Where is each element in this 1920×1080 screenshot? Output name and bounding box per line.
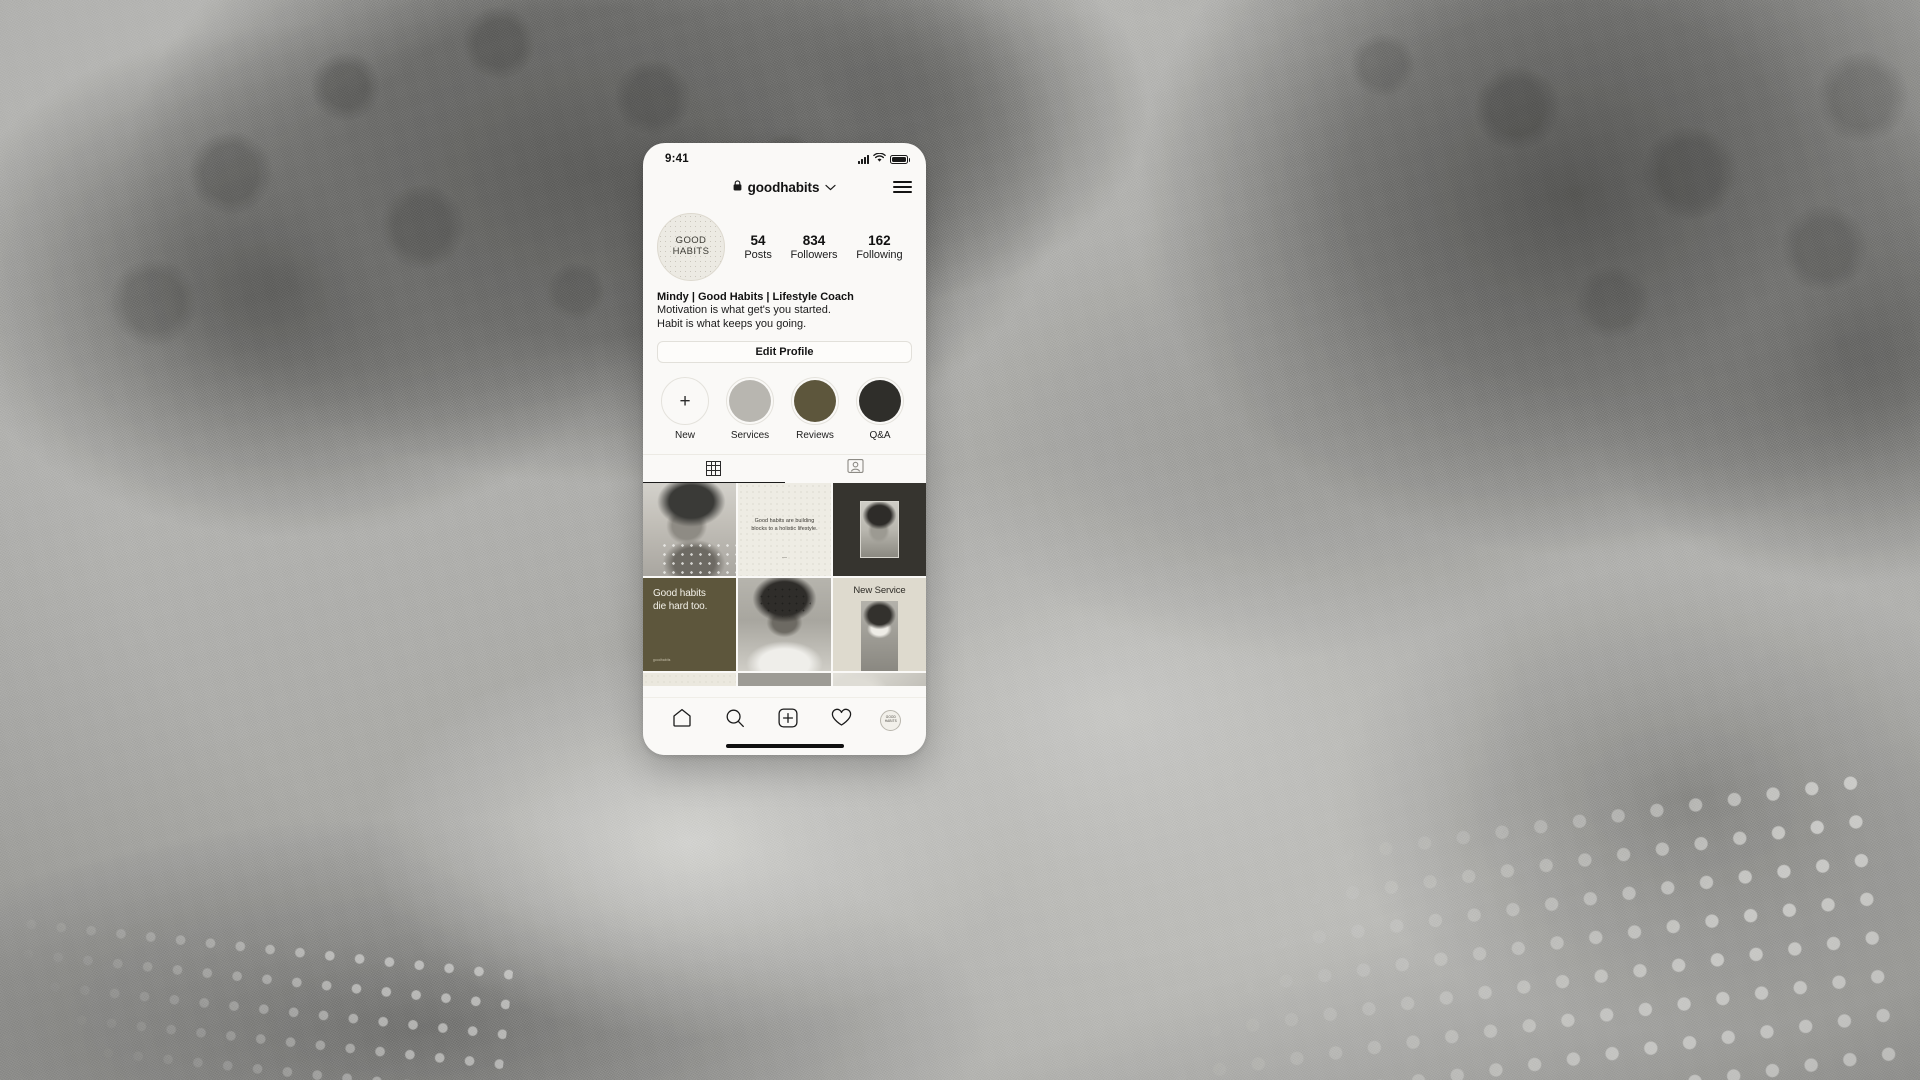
home-indicator[interactable] [725, 744, 844, 748]
stat-posts-label: Posts [744, 249, 772, 261]
highlight-reviews-circle [791, 377, 839, 426]
post-service-title: New Service [853, 585, 906, 597]
nav-home[interactable] [668, 706, 696, 734]
stats-group: 54 Posts 834 Followers 162 Following [729, 233, 912, 261]
profile-header: goodhabits [643, 169, 926, 205]
post-quote-text: Good habits are building blocks to a hol… [751, 517, 818, 532]
battery-full-icon [890, 154, 910, 164]
bottom-navigation: GOOD HABITS [643, 697, 926, 755]
tab-grid[interactable] [643, 455, 785, 484]
post-service-photo [860, 601, 899, 672]
grid-icon [706, 461, 722, 477]
highlight-services-label: Services [730, 430, 770, 442]
bio-line-1: Motivation is what get's you started. [657, 304, 831, 316]
post-tile[interactable] [738, 578, 831, 672]
profile-avatar[interactable]: GOOD HABITS [657, 213, 725, 281]
stat-posts-value: 54 [750, 233, 766, 248]
highlight-services[interactable]: Services [726, 377, 774, 441]
bottom-nav-items: GOOD HABITS [643, 698, 926, 738]
profile-avatar-icon: GOOD HABITS [885, 716, 897, 723]
post-quote-mark: — [782, 555, 787, 562]
post-tile[interactable]: New Service [833, 578, 926, 672]
highlight-qa-circle [856, 377, 904, 426]
post-tile[interactable] [738, 673, 831, 687]
profile-bio: Mindy | Good Habits | Lifestyle Coach Mo… [643, 281, 926, 331]
post-tile[interactable] [643, 483, 736, 577]
post-framed-photo [859, 500, 900, 559]
post-tile[interactable] [643, 673, 736, 687]
highlight-reviews-cover [794, 380, 836, 423]
highlight-qa-cover [859, 380, 901, 423]
heart-icon [831, 708, 852, 732]
post-tile[interactable] [833, 673, 926, 687]
profile-tabs [643, 454, 927, 484]
stat-followers[interactable]: 834 Followers [790, 233, 837, 261]
background-photo [0, 0, 1920, 1080]
plus-square-icon [778, 707, 798, 733]
nav-search[interactable] [721, 706, 749, 734]
post-tile[interactable] [833, 483, 926, 577]
home-icon [672, 708, 692, 732]
lock-icon [733, 178, 742, 196]
status-time: 9:41 [665, 153, 689, 165]
username-group[interactable]: goodhabits [733, 178, 837, 196]
stat-following-label: Following [856, 249, 903, 261]
edit-profile-button[interactable]: Edit Profile [657, 341, 912, 364]
nav-profile[interactable]: GOOD HABITS [880, 709, 902, 731]
avatar-logo-line-2: HABITS [672, 246, 710, 257]
highlight-reviews-label: Reviews [796, 430, 834, 442]
highlight-reviews[interactable]: Reviews [791, 377, 839, 441]
post-tile[interactable]: Good habits are building blocks to a hol… [738, 483, 831, 577]
highlight-new[interactable]: + New [661, 377, 709, 441]
story-highlights: + New Services Reviews Q&A [643, 363, 926, 441]
phone-mockup: 9:41 goodhabits GOOD HABITS 54 Posts 834… [643, 143, 926, 755]
edit-profile-row: Edit Profile [643, 331, 926, 364]
stat-following-value: 162 [868, 233, 891, 248]
bio-line-2: Habit is what keeps you going. [657, 318, 807, 331]
search-icon [725, 708, 745, 733]
post-olive-line-1: Good habits [653, 588, 706, 600]
highlight-qa-label: Q&A [869, 430, 891, 442]
posts-grid: Good habits are building blocks to a hol… [643, 483, 926, 687]
highlight-new-circle: + [661, 377, 709, 426]
nav-avatar-logo-line-2: HABITS [884, 719, 897, 723]
tab-tagged[interactable] [785, 455, 927, 483]
status-icons [858, 150, 910, 168]
post-olive-footnote: goodhabits [653, 658, 671, 663]
nav-activity[interactable] [827, 706, 855, 734]
stat-followers-label: Followers [790, 249, 838, 261]
post-olive-content: Good habits die hard too. goodhabits [643, 578, 736, 671]
avatar-logo: GOOD HABITS [672, 235, 710, 258]
plus-icon: + [679, 390, 691, 412]
posts-grid-container: Good habits are building blocks to a hol… [643, 483, 926, 687]
profile-stats-row: GOOD HABITS 54 Posts 834 Followers 162 F… [643, 205, 926, 281]
stat-followers-value: 834 [802, 233, 826, 248]
highlight-services-circle [726, 377, 774, 426]
highlight-new-label: New [674, 430, 695, 442]
post-tile[interactable]: Good habits die hard too. goodhabits [643, 578, 736, 672]
bio-display-name: Mindy | Good Habits | Lifestyle Coach [657, 291, 854, 303]
highlight-qa[interactable]: Q&A [856, 377, 904, 441]
status-bar: 9:41 [643, 143, 926, 169]
tagged-person-icon [847, 458, 864, 479]
stat-posts[interactable]: 54 Posts [744, 233, 772, 261]
wifi-icon [873, 150, 886, 168]
hamburger-menu-icon[interactable] [893, 181, 912, 193]
nav-create[interactable] [774, 706, 802, 734]
profile-username: goodhabits [747, 179, 820, 195]
chevron-down-icon[interactable] [825, 178, 836, 196]
stat-following[interactable]: 162 Following [856, 233, 902, 261]
highlight-services-cover [729, 380, 771, 423]
cellular-signal-icon [858, 154, 869, 164]
post-olive-line-2: die hard too. [653, 601, 708, 613]
background-vignette [0, 0, 1920, 1080]
